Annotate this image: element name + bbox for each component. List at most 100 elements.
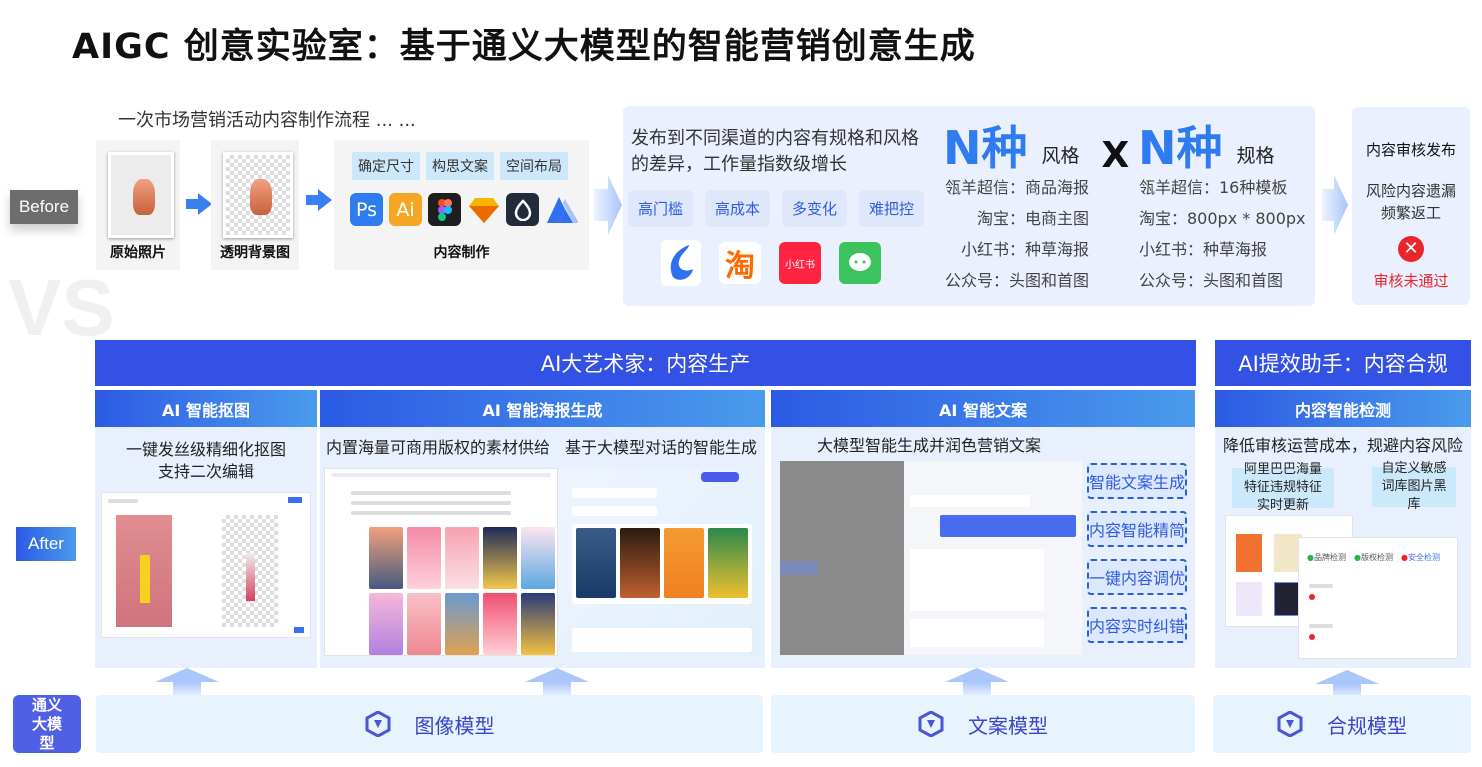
poster-thumbnail[interactable] [407,593,441,655]
pain-point: 难把控 [859,190,925,227]
generated-poster[interactable] [708,528,748,598]
illustrator-icon: Ai [389,193,422,226]
big-arrow-right-icon [1322,175,1348,235]
big-arrow-right-icon [594,175,622,235]
lingyang-icon [661,240,701,286]
pain-point: 高成本 [705,190,771,227]
task-tag: 确定尺寸 [352,152,420,180]
step-label: 内容制作 [433,245,490,261]
module-poster-panel: 内置海量可商用版权的素材供给 基于大模型对话的智能生成 [320,427,765,668]
poster-thumbnail[interactable] [445,527,479,589]
channel-differences-panel: 发布到不同渠道的内容有规格和风格的差异，工作量指数级增长 高门槛 高成本 多变化… [623,106,1315,306]
module-detect-panel: 降低审核运营成本，规避内容风险 阿里巴巴海量特征违规特征实时更新 自定义敏感词库… [1215,427,1471,668]
transparent-photo-image [223,152,293,238]
module-desc: 降低审核运营成本，规避内容风险 [1222,436,1463,455]
module-copy-header: AI 智能文案 [771,390,1195,427]
review-panel: 内容审核发布 风险内容遗漏频繁返工 ✕ 审核未通过 [1352,107,1470,305]
step-label: 原始照片 [110,245,166,261]
compliance-header: AI提效助手：内容合规 [1215,340,1471,386]
feature-content-correct: 内容实时纠错 [1087,607,1187,643]
generated-poster[interactable] [576,528,616,598]
generated-poster[interactable] [664,528,704,598]
specs-list: 瓴羊超信：16种模板 淘宝：800px * 800px 小红书：种草海报 公众号… [1139,172,1306,296]
feature-content-optimize: 一键内容调优 [1087,559,1187,595]
task-tag: 构思文案 [426,152,494,180]
review-desc: 风险内容遗漏频繁返工 [1366,182,1457,222]
model-label: 合规模型 [1327,713,1407,738]
module-matting-header: AI 智能抠图 [95,390,317,427]
feature-sensitive-library: 自定义敏感词库图片黑库 [1372,461,1456,512]
generated-poster[interactable] [620,528,660,598]
lanhu-icon [506,193,539,226]
n-styles: N种 [943,121,1028,175]
module-desc: 一键发丝级精细化抠图 支持二次编辑 [125,440,286,481]
styles-list: 瓴羊超信：商品海报 淘宝：电商主图 小红书：种草海报 公众号：头图和首图 [923,172,1089,296]
spec-item: 公众号：头图和首图 [1139,271,1284,290]
tongyi-logo-icon [1277,711,1303,737]
arrow-right-icon [186,193,212,215]
arrow-up-icon [1315,670,1379,698]
poster-thumbnail[interactable] [407,527,441,589]
module-desc: 大模型智能生成并润色营销文案 [816,436,1041,455]
specs-label: 规格 [1236,145,1275,167]
step-content-production: 确定尺寸 构思文案 空间布局 Ps Ai 内容制作 [334,140,589,270]
tongyi-logo-icon [365,711,390,737]
production-header: AI大艺术家：内容生产 [95,340,1196,386]
review-title: 内容审核发布 [1365,141,1456,159]
matting-screenshot [101,492,311,638]
review-status: 审核未通过 [1373,272,1449,290]
style-item: 小红书：种草海报 [960,240,1089,259]
module-desc: 内置海量可商用版权的素材供给 [326,438,551,457]
poster-thumbnail[interactable] [445,593,479,655]
feature-violation-library: 阿里巴巴海量特征违规特征实时更新 [1232,462,1334,513]
sketch-icon [467,193,500,226]
pain-point: 高门槛 [628,190,694,227]
module-poster-header: AI 智能海报生成 [320,390,765,427]
poster-thumbnail[interactable] [521,527,555,589]
check-brand[interactable]: ●品牌检测 [1307,552,1346,563]
copy-assistant-screenshot [904,461,1082,655]
arrow-up-icon [945,668,1009,696]
model-label: 图像模型 [414,713,495,738]
styles-label: 风格 [1041,145,1080,167]
channel-desc: 发布到不同渠道的内容有规格和风格的差异，工作量指数级增长 [631,128,919,175]
wechat-icon [839,242,881,284]
figma-icon [428,193,461,226]
poster-thumbnail[interactable] [521,593,555,655]
poster-thumbnail[interactable] [483,593,517,655]
check-safety[interactable]: ●安全检测 [1401,552,1440,563]
step-label: 透明背景图 [220,245,290,261]
detect-result-screenshot: ●品牌检测 ●版权检测 ●安全检测 [1298,537,1458,659]
xiaohongshu-icon: 小红书 [779,242,821,284]
module-matting-panel: 一键发丝级精细化抠图 支持二次编辑 [95,427,317,668]
module-copy-panel: 大模型智能生成并润色营销文案 智能文案生成 内容智能精简 一键内容调优 内容实时… [771,427,1195,668]
fail-icon: ✕ [1398,236,1424,262]
step-transparent-bg: 透明背景图 [211,140,299,270]
poster-thumbnail[interactable] [369,593,403,655]
photoshop-icon: Ps [350,193,383,226]
poster-thumbnail[interactable] [483,527,517,589]
module-detect-header: 内容智能检测 [1215,390,1471,427]
times-symbol: X [1101,135,1130,176]
check-copyright[interactable]: ●版权检测 [1354,552,1393,563]
taobao-icon: 淘 [719,242,761,284]
feature-content-simplify: 内容智能精简 [1087,511,1187,547]
step-original-photo: 原始照片 [96,140,180,270]
poster-thumbnail[interactable] [369,527,403,589]
model-label: 文案模型 [968,713,1048,738]
original-photo-image [108,152,174,238]
poster-chat-screenshot [558,468,763,656]
feature-copy-generation: 智能文案生成 [1087,463,1187,499]
task-tag: 空间布局 [500,152,568,180]
n-specs: N种 [1138,121,1223,175]
spec-item: 淘宝：800px * 800px [1139,209,1306,228]
spec-item: 瓴羊超信：16种模板 [1139,178,1288,197]
arrow-up-icon [525,668,589,696]
pain-point: 多变化 [782,190,848,227]
after-label: After [16,527,76,561]
copy-model: 文案模型 [771,695,1195,753]
mastergo-icon [545,193,578,226]
copy-app-sidebar-screenshot [780,461,904,655]
tongyi-label: 通义大模型 [13,695,81,753]
before-label: Before [10,190,78,224]
